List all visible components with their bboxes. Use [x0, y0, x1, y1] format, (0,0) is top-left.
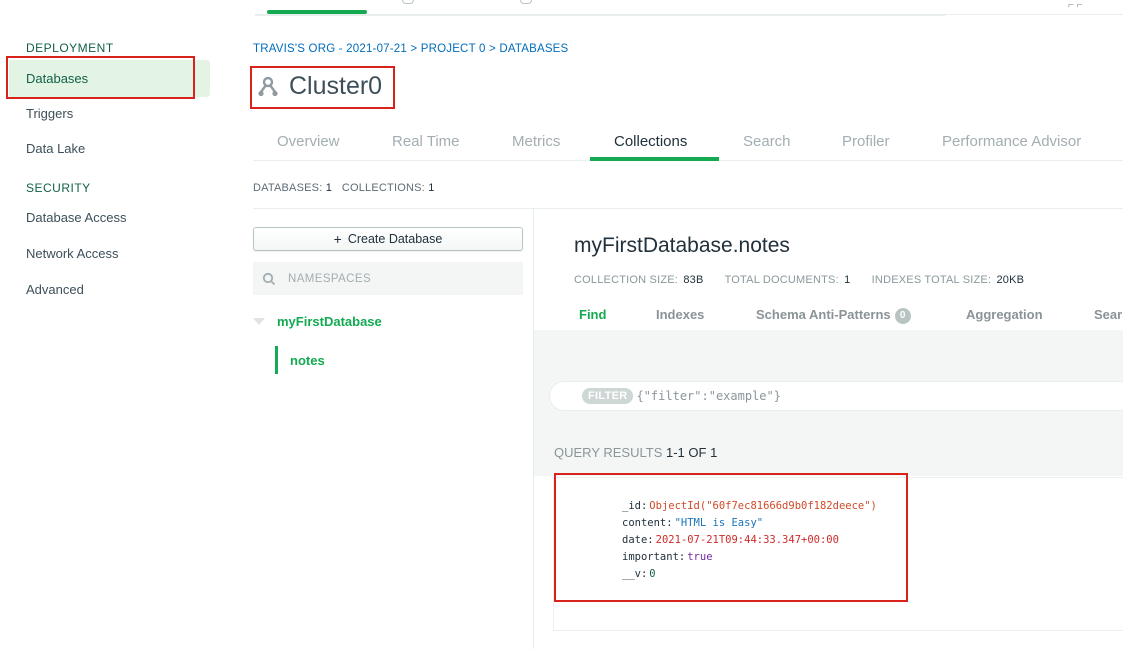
filter-input[interactable]: FILTER {"filter":"example"} — [549, 381, 1123, 411]
plus-icon: + — [333, 231, 342, 247]
create-database-button[interactable]: + Create Database — [253, 227, 523, 251]
database-name: myFirstDatabase — [277, 314, 382, 329]
namespace-search-placeholder: NAMESPACES — [288, 272, 372, 285]
sidebar-heading-deployment: DEPLOYMENT — [26, 41, 114, 55]
tab-search[interactable]: Search — [743, 133, 791, 150]
indexes-size-label: INDEXES TOTAL SIZE: — [871, 274, 992, 286]
document-field-version: __v: 0 — [622, 568, 656, 580]
total-documents-value: 1 — [844, 274, 851, 286]
databases-count-value: 1 — [325, 182, 333, 194]
chevron-down-icon[interactable] — [253, 318, 265, 325]
collection-subtabs: Find Indexes Schema Anti-Patterns 0 Aggre… — [534, 300, 1123, 330]
field-value: 2021-07-21T09:44:33.347+00:00 — [655, 534, 839, 546]
collections-count-label: COLLECTIONS: — [341, 182, 425, 194]
collection-size-value: 83B — [683, 274, 704, 286]
field-key: important — [622, 551, 679, 563]
field-value: true — [687, 551, 713, 563]
content-divider — [253, 208, 1123, 209]
subtab-find[interactable]: Find — [579, 307, 606, 322]
top-nav-ghost-icon — [402, 0, 414, 4]
breadcrumb-separator: > — [410, 43, 418, 55]
databases-count-label: DATABASES: — [253, 182, 323, 194]
breadcrumb: TRAVIS'S ORG - 2021-07-21 > PROJECT 0 > … — [253, 43, 568, 55]
cluster-icon — [258, 76, 278, 96]
field-key: date — [622, 534, 648, 546]
filter-tag: FILTER — [582, 388, 634, 404]
top-nav-active-indicator — [267, 10, 367, 14]
breadcrumb-separator: > — [488, 43, 496, 55]
field-value: ObjectId("60f7ec81666d9b0f182deece") — [649, 500, 877, 512]
subtab-aggregation[interactable]: Aggregation — [966, 307, 1043, 322]
query-results-range: 1-1 OF 1 — [666, 445, 718, 460]
page-title: Cluster0 — [257, 72, 382, 101]
document-field-id: _id: ObjectId("60f7ec81666d9b0f182deece") — [622, 500, 877, 512]
top-nav-divider — [255, 14, 945, 16]
tab-performance-advisor[interactable]: Performance Advisor — [942, 133, 1081, 150]
namespace-counts: DATABASES: 1 COLLECTIONS: 1 — [253, 182, 435, 194]
sidebar-item-database-access[interactable]: Database Access — [26, 210, 126, 225]
collection-size-label: COLLECTION SIZE: — [574, 274, 679, 286]
indexes-size-value: 20KB — [996, 274, 1025, 286]
tab-profiler[interactable]: Profiler — [842, 133, 890, 150]
collections-count-value: 1 — [428, 182, 435, 194]
query-results-label: QUERY RESULTS 1-1 OF 1 — [554, 445, 717, 460]
namespace-search-input[interactable]: NAMESPACES — [253, 262, 523, 295]
subtab-indexes[interactable]: Indexes — [656, 307, 704, 322]
sidebar-heading-security: SECURITY — [26, 181, 91, 195]
field-value: 0 — [649, 568, 656, 580]
field-key: __v — [622, 568, 641, 580]
filter-placeholder: {"filter":"example"} — [636, 389, 781, 403]
collection-tree-item-notes[interactable]: notes — [290, 353, 325, 368]
breadcrumb-project[interactable]: PROJECT 0 — [421, 43, 486, 55]
document-field-important: important: true — [622, 551, 713, 563]
top-nav-ghost-icon — [520, 0, 532, 4]
count-badge: 0 — [894, 307, 911, 324]
field-key: content — [622, 517, 667, 529]
document-field-content: content: "HTML is Easy" — [622, 517, 764, 529]
top-nav-strip: ⌐ ⌐ — [0, 0, 1123, 16]
subtab-schema-anti-patterns[interactable]: Schema Anti-Patterns 0 — [756, 307, 911, 324]
breadcrumb-databases[interactable]: DATABASES — [499, 43, 568, 55]
user-menu-icon[interactable]: ⌐ ⌐ — [1068, 0, 1082, 11]
tab-metrics[interactable]: Metrics — [512, 133, 560, 150]
sidebar-item-triggers[interactable]: Triggers — [26, 106, 73, 121]
field-key: _id — [622, 500, 641, 512]
field-value: "HTML is Easy" — [674, 517, 764, 529]
tab-real-time[interactable]: Real Time — [392, 133, 460, 150]
collection-stats: COLLECTION SIZE: 83B TOTAL DOCUMENTS: 1 … — [574, 274, 1042, 286]
tab-overview[interactable]: Overview — [277, 133, 340, 150]
subtab-schema-label: Schema Anti-Patterns — [756, 307, 891, 322]
document-field-date: date: 2021-07-21T09:44:33.347+00:00 — [622, 534, 839, 546]
total-documents-label: TOTAL DOCUMENTS: — [724, 274, 839, 286]
collection-active-indicator — [275, 346, 278, 374]
subtab-search[interactable]: Sear — [1094, 307, 1122, 322]
search-icon — [262, 272, 276, 285]
sidebar-item-databases[interactable]: Databases — [9, 60, 210, 97]
sidebar-item-data-lake[interactable]: Data Lake — [26, 141, 85, 156]
cluster-name: Cluster0 — [289, 72, 383, 100]
query-results-text: QUERY RESULTS — [554, 445, 663, 460]
active-tab-underline — [590, 157, 719, 161]
breadcrumb-org[interactable]: TRAVIS'S ORG - 2021-07-21 — [253, 43, 407, 55]
database-tree-item[interactable]: myFirstDatabase — [253, 314, 382, 329]
sidebar-item-advanced[interactable]: Advanced — [26, 282, 84, 297]
collection-title: myFirstDatabase.notes — [574, 234, 790, 257]
sidebar-item-network-access[interactable]: Network Access — [26, 246, 118, 261]
top-nav-right-divider — [945, 14, 1123, 15]
sidebar-item-label: Databases — [26, 71, 89, 86]
tab-collections[interactable]: Collections — [614, 133, 687, 150]
create-database-label: Create Database — [347, 232, 443, 246]
